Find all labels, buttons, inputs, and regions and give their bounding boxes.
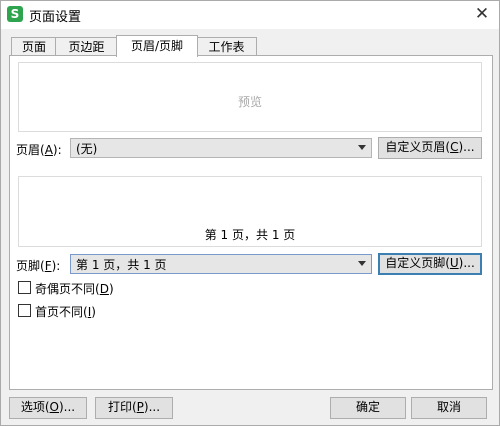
custom-header-button[interactable]: 自定义页眉(C)... — [378, 137, 482, 159]
odd-even-label: 奇偶页不同(D) — [35, 282, 114, 296]
footer-preview: 第 1 页，共 1 页 — [18, 176, 482, 247]
close-icon[interactable]: ✕ — [465, 1, 499, 29]
header-select-value: (无) — [76, 142, 98, 156]
footer-preview-text: 第 1 页，共 1 页 — [204, 228, 296, 242]
page-setup-dialog: S 页面设置 ✕ 页面 页边距 页眉/页脚 工作表 预览 页眉(A): (无) … — [0, 0, 500, 426]
tab-header-footer[interactable]: 页眉/页脚 — [116, 35, 198, 57]
header-footer-panel: 预览 页眉(A): (无) 自定义页眉(C)... 第 1 页，共 1 页 页脚… — [9, 55, 493, 390]
ok-button[interactable]: 确定 — [330, 397, 406, 419]
header-preview-hint: 预览 — [237, 95, 262, 109]
odd-even-checkbox[interactable] — [18, 281, 31, 294]
footer-label: 页脚(F): — [16, 259, 61, 273]
tab-margins[interactable]: 页边距 — [55, 37, 118, 56]
first-page-checkbox[interactable] — [18, 304, 31, 317]
chevron-down-icon — [358, 261, 366, 266]
options-button[interactable]: 选项(O)... — [9, 397, 87, 419]
odd-even-checkbox-row[interactable]: 奇偶页不同(D) — [18, 280, 218, 296]
dialog-title: 页面设置 — [29, 10, 82, 25]
tab-sheet[interactable]: 工作表 — [196, 37, 257, 56]
header-select[interactable]: (无) — [70, 138, 372, 158]
cancel-button[interactable]: 取消 — [411, 397, 487, 419]
chevron-down-icon — [358, 145, 366, 150]
first-page-label: 首页不同(I) — [35, 305, 96, 319]
print-button[interactable]: 打印(P)... — [95, 397, 173, 419]
title-bar: S 页面设置 ✕ — [1, 1, 499, 29]
header-preview: 预览 — [18, 62, 482, 132]
footer-select[interactable]: 第 1 页，共 1 页 — [70, 254, 372, 274]
wps-app-icon: S — [7, 6, 23, 22]
header-label: 页眉(A): — [16, 143, 62, 157]
tab-page[interactable]: 页面 — [11, 37, 57, 56]
first-page-checkbox-row[interactable]: 首页不同(I) — [18, 303, 218, 319]
footer-select-value: 第 1 页，共 1 页 — [76, 258, 167, 272]
custom-footer-button[interactable]: 自定义页脚(U)... — [378, 253, 482, 275]
